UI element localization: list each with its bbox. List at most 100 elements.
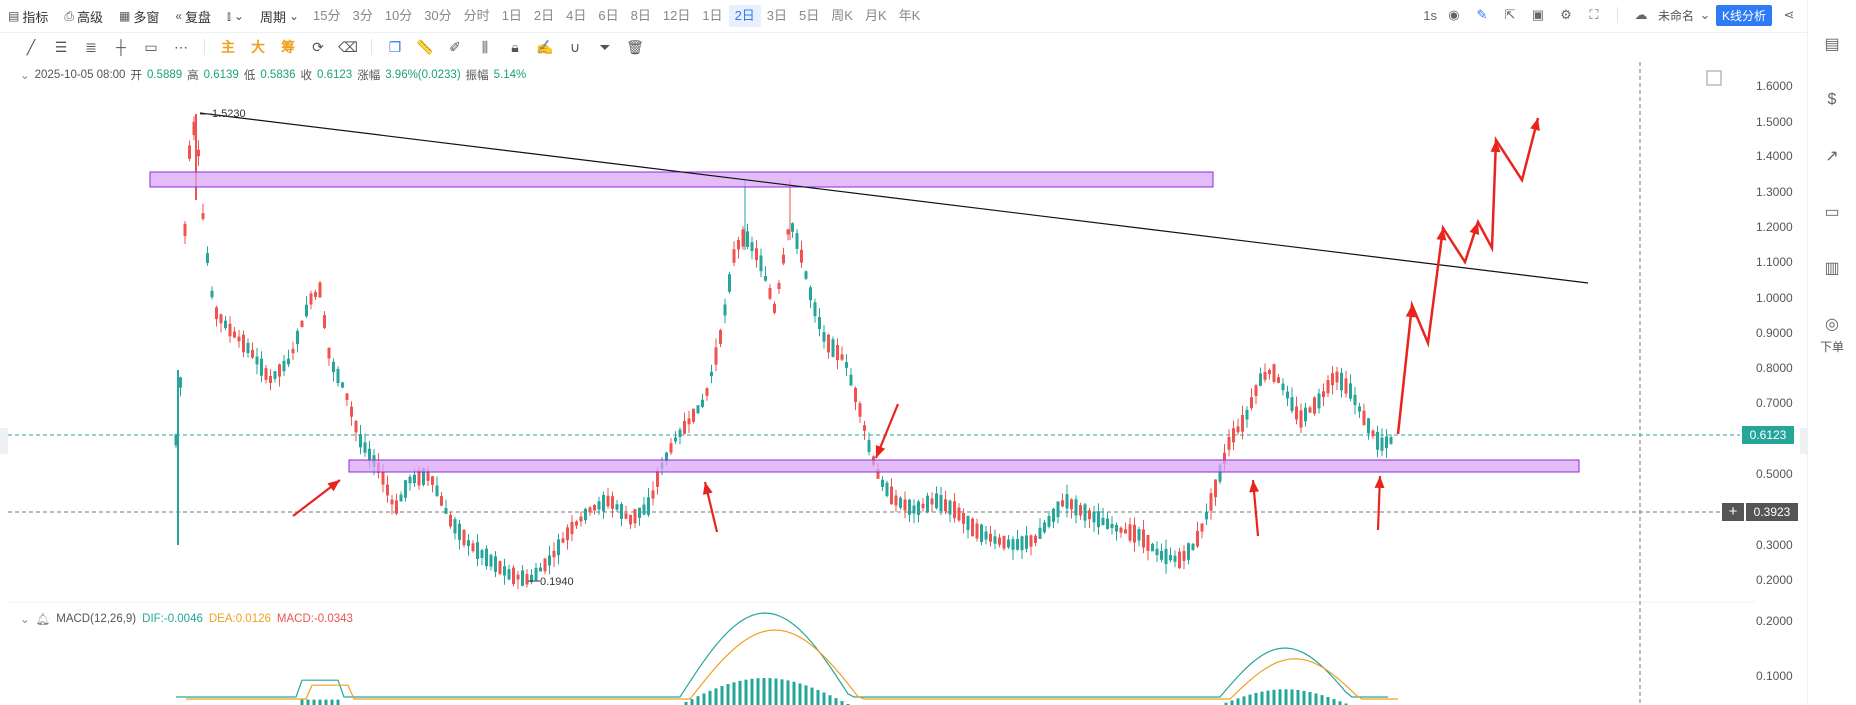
candle-body xyxy=(926,495,929,512)
candle-body xyxy=(1169,554,1172,561)
candle-body xyxy=(863,425,866,431)
projection-path[interactable] xyxy=(1396,117,1540,435)
candle-body xyxy=(1160,550,1163,560)
candle-body xyxy=(1322,391,1325,398)
resistance-zone[interactable] xyxy=(149,171,1214,188)
order-label[interactable]: 下单 xyxy=(1808,338,1856,355)
candle-body xyxy=(539,567,542,572)
candle-body xyxy=(1115,524,1118,532)
candle-body xyxy=(1079,505,1082,516)
candle-body xyxy=(624,513,628,519)
candle-body xyxy=(647,497,650,515)
macd-bar xyxy=(1302,690,1306,705)
candle-body xyxy=(593,504,596,511)
candle-body xyxy=(791,223,794,232)
candle-body xyxy=(327,347,331,359)
expand-icon[interactable] xyxy=(1706,70,1722,86)
candle-body xyxy=(642,504,646,515)
candle-body xyxy=(215,307,218,319)
candle-body xyxy=(1344,378,1348,394)
bell-icon[interactable]: 🔔︎ xyxy=(36,612,51,626)
candle-body xyxy=(471,543,475,552)
candle-body xyxy=(1286,391,1289,399)
macd-bar xyxy=(1254,692,1258,705)
candle-body xyxy=(899,497,902,508)
macd-bar xyxy=(774,678,778,705)
etf-icon[interactable]: ▥ xyxy=(1820,256,1844,280)
current-price-text: 0.6123 xyxy=(1750,428,1787,442)
trend-icon[interactable]: ↗ xyxy=(1820,144,1844,168)
macd-bar xyxy=(714,688,718,705)
candle-body xyxy=(1101,517,1105,526)
monitor-icon[interactable]: ▭ xyxy=(1820,200,1844,224)
candle-body xyxy=(431,476,434,485)
candle-body xyxy=(233,331,236,338)
candle-body xyxy=(354,420,358,433)
candle-body xyxy=(1263,371,1267,380)
candle-body xyxy=(332,361,335,373)
candle-body xyxy=(1308,407,1312,413)
candle-body xyxy=(480,550,484,558)
candle-body xyxy=(728,274,731,292)
candle-body xyxy=(449,514,452,527)
candle-body xyxy=(1317,393,1321,409)
candle-body xyxy=(1016,539,1019,550)
price-axis-label: 1.6000 xyxy=(1756,79,1793,93)
candle-body xyxy=(1340,372,1343,391)
candle-body xyxy=(1025,535,1028,549)
candle-body xyxy=(512,567,515,585)
price-axis-label: 1.3000 xyxy=(1756,185,1793,199)
order-icon[interactable]: ◎ xyxy=(1820,312,1844,336)
macd-dea: DEA:0.0126 xyxy=(208,613,271,625)
candle-body xyxy=(219,314,223,324)
macd-axis-label: 0.1000 xyxy=(1756,669,1793,683)
descending-trendline[interactable] xyxy=(199,112,1589,284)
candle-body xyxy=(602,495,605,512)
dollar-icon[interactable]: $ xyxy=(1820,88,1844,112)
left-scroll-handle[interactable] xyxy=(0,428,8,454)
candle-body xyxy=(1088,510,1091,520)
candle-body xyxy=(1304,407,1307,422)
document-icon[interactable]: ▤ xyxy=(1820,32,1844,56)
right-scroll-handle[interactable] xyxy=(1800,428,1808,454)
kline-chart[interactable]: 1.5230 0.1940 1.60001.50001.40001.30001.… xyxy=(0,0,1808,705)
candle-body xyxy=(980,524,983,542)
candle-body xyxy=(1151,543,1154,552)
candle-body xyxy=(930,498,934,505)
candle-body xyxy=(305,304,308,317)
candle-body xyxy=(579,516,583,522)
candle-body xyxy=(566,527,569,541)
macd-bar xyxy=(702,693,706,705)
macd-bar xyxy=(318,699,322,705)
macd-bar xyxy=(1278,689,1282,705)
candle-body xyxy=(282,360,286,372)
candle-body xyxy=(467,540,470,547)
right-sidebar: ▤ $ ↗ ▭ ▥ ◎ 下单 xyxy=(1807,0,1856,705)
candle-body xyxy=(1029,535,1033,547)
candle-body xyxy=(705,388,709,396)
candle-body xyxy=(575,521,578,526)
support-zone[interactable] xyxy=(348,459,1580,473)
candle-body xyxy=(273,371,277,379)
candle-body xyxy=(183,223,187,237)
candle-body xyxy=(1200,523,1204,532)
candle-body xyxy=(179,377,182,388)
candle-body xyxy=(404,480,407,498)
collapse-icon[interactable]: ⌄ xyxy=(20,612,30,626)
candle-body xyxy=(1371,430,1375,437)
price-axis-label: 1.4000 xyxy=(1756,149,1793,163)
candle-body xyxy=(1155,548,1159,556)
macd-axis-label: 0.2000 xyxy=(1756,614,1793,628)
candle-body xyxy=(881,479,884,487)
candle-body xyxy=(1020,536,1024,551)
candle-body xyxy=(669,443,673,453)
candle-body xyxy=(1106,518,1109,529)
macd-bar xyxy=(750,678,754,705)
candle-body xyxy=(755,248,758,261)
candle-body xyxy=(440,496,443,506)
candle-body xyxy=(444,508,448,514)
candle-body xyxy=(408,476,412,484)
candle-body xyxy=(1187,543,1190,560)
candle-body xyxy=(237,336,241,342)
candle-body xyxy=(1043,522,1046,533)
